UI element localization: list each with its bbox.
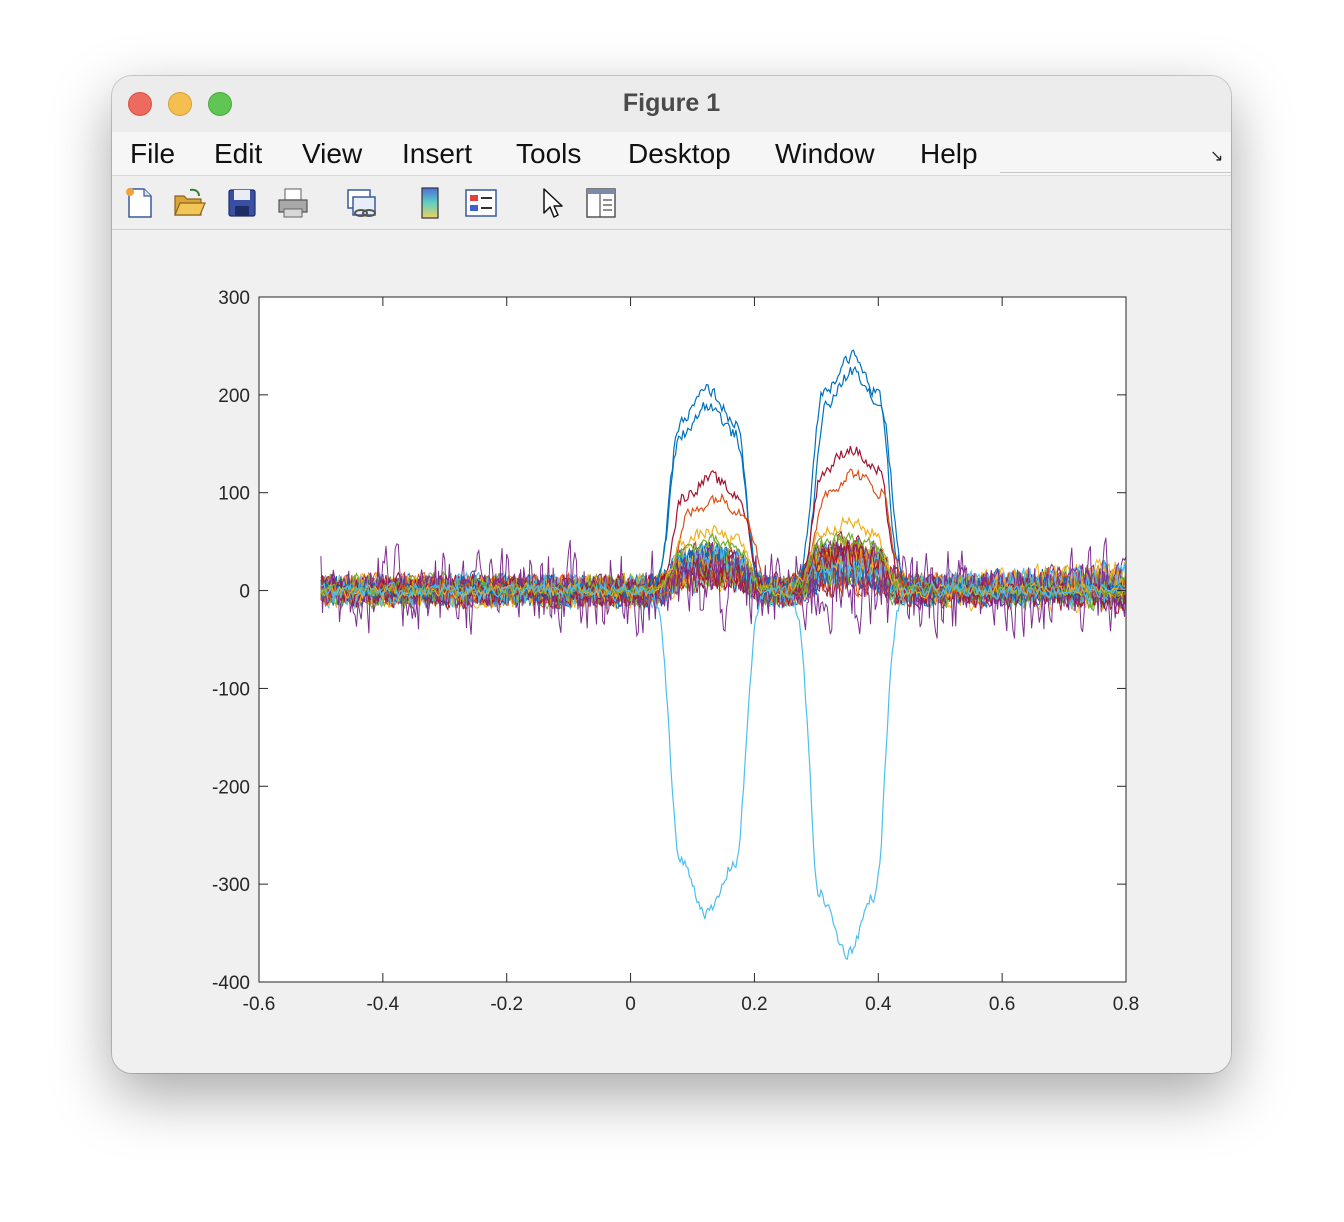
menu-tools[interactable]: Tools: [516, 138, 581, 170]
window-title: Figure 1: [622, 89, 721, 117]
property-inspector-icon[interactable]: [584, 186, 618, 220]
x-tick-label: 0.4: [865, 994, 892, 1015]
menu-help[interactable]: Help: [920, 138, 978, 170]
x-tick-label: -0.6: [243, 994, 276, 1015]
x-tick-label: -0.4: [366, 994, 399, 1015]
y-tick-label: 0: [239, 582, 250, 603]
plot-area: -0.6 -0.4 -0.2 0 0.2 0.4 0.6 0.8 300 200 100 0 -100 -…: [112, 231, 1231, 1073]
y-tick-label: 100: [218, 484, 250, 505]
x-tick-label: 0.6: [989, 994, 1015, 1015]
x-tick-label: 0.2: [741, 994, 767, 1015]
menu-insert[interactable]: Insert: [402, 138, 472, 170]
open-file-icon[interactable]: [172, 186, 206, 220]
legend-icon[interactable]: [464, 186, 498, 220]
y-tick-label: 300: [218, 288, 250, 309]
dock-arrow-icon[interactable]: ↘: [1210, 146, 1223, 166]
menu-divider: [1000, 172, 1231, 173]
x-tick-label: 0.8: [1113, 994, 1139, 1015]
menu-edit[interactable]: Edit: [214, 138, 262, 170]
title-bar[interactable]: Figure 1: [112, 76, 1231, 132]
new-figure-icon[interactable]: [122, 186, 156, 220]
colorbar-icon[interactable]: [414, 186, 448, 220]
y-tick-label: -300: [212, 875, 250, 896]
menu-desktop[interactable]: Desktop: [628, 138, 731, 170]
figure-window: Figure 1 File Edit View Insert Tools Des…: [112, 76, 1231, 1073]
y-tick-label: -400: [212, 973, 250, 994]
axes-background: [259, 297, 1126, 982]
print-icon[interactable]: [276, 186, 310, 220]
x-tick-label: 0: [625, 994, 636, 1015]
link-plot-icon[interactable]: [344, 186, 378, 220]
pointer-icon[interactable]: [536, 186, 570, 220]
y-tick-label: -200: [212, 777, 250, 798]
menu-view[interactable]: View: [302, 138, 362, 170]
line-chart[interactable]: -0.6 -0.4 -0.2 0 0.2 0.4 0.6 0.8 300 200 100 0 -100 -…: [112, 231, 1231, 1073]
menu-file[interactable]: File: [130, 138, 175, 170]
menu-window[interactable]: Window: [775, 138, 875, 170]
y-tick-label: 200: [218, 386, 250, 407]
x-tick-label: -0.2: [490, 994, 523, 1015]
y-tick-label: -100: [212, 679, 250, 700]
save-icon[interactable]: [225, 186, 259, 220]
